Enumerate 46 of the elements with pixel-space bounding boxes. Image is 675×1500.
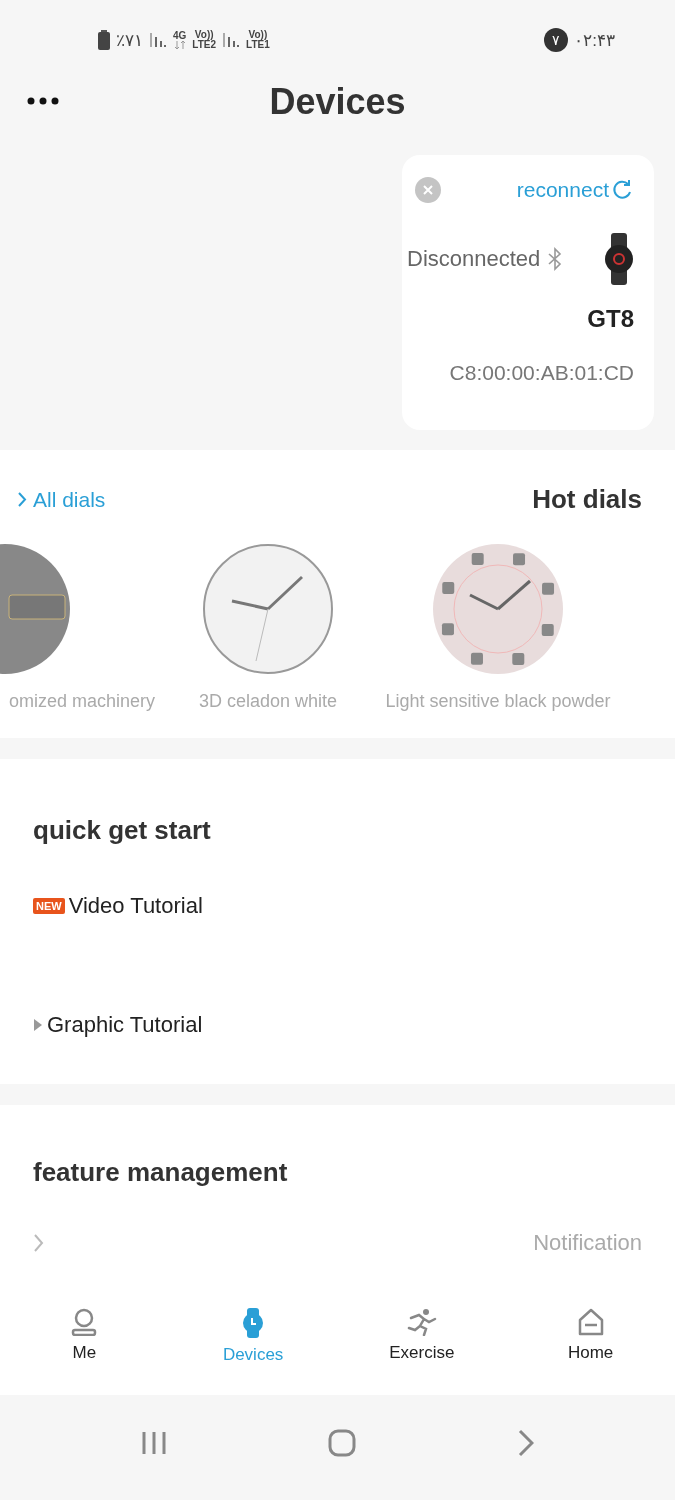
recent-apps-icon [140,1430,167,1455]
home-icon [577,1308,604,1336]
connection-status: Disconnected [407,246,541,272]
volte-label: Vo)) [194,30,214,40]
data-arrows-icon [173,40,186,50]
home-icon [328,1428,357,1457]
tutorial-link[interactable]: Video Tutorial [68,892,203,919]
chevron-right-icon [18,492,27,507]
device-name: GT8 [586,305,634,333]
network-label: 4G [173,30,187,41]
section-title: feature management [32,1156,289,1188]
watch-icon [242,1308,265,1338]
play-icon [33,1017,43,1032]
chevron-right-icon [34,1234,44,1252]
dial-name: Light sensitive black powder [385,691,611,712]
volte-label: Vo)) [248,30,268,40]
lte-label: LTE2 [192,40,217,50]
runner-icon [406,1308,437,1336]
lte-label: LTE1 [246,40,270,50]
close-button[interactable] [415,177,441,203]
section-title: quick get start [32,814,212,846]
refresh-icon [612,179,634,201]
battery-percent: ٪۷۱ [116,29,143,51]
home-button[interactable] [328,1428,357,1457]
page-title: Devices [269,81,406,123]
signal-icon [222,32,241,48]
tab[interactable]: Home [506,1302,675,1371]
more-icon [27,96,59,105]
chevron-right-icon [518,1428,535,1457]
section-title: Hot dials [532,484,642,515]
new-badge: NEW [33,897,65,914]
smartwatch-icon [604,233,634,285]
close-icon [423,185,433,195]
device-address: C8:00:00:AB:01:CD [448,361,634,385]
clock-time: ۰۲:۴۳ [574,29,615,51]
tab[interactable]: Exercise [337,1302,507,1371]
recent-apps-button[interactable] [140,1430,167,1455]
battery-icon [98,30,110,50]
dial-name: omized machinery [8,691,155,712]
signal-icon [149,32,167,48]
tab[interactable]: Me [0,1302,169,1371]
dial-name: 3D celadon white [198,691,338,712]
tutorial-link[interactable]: Graphic Tutorial [47,1011,203,1038]
notification-badge: ۷ [544,28,569,52]
back-button[interactable] [518,1428,535,1457]
person-icon [71,1308,98,1336]
